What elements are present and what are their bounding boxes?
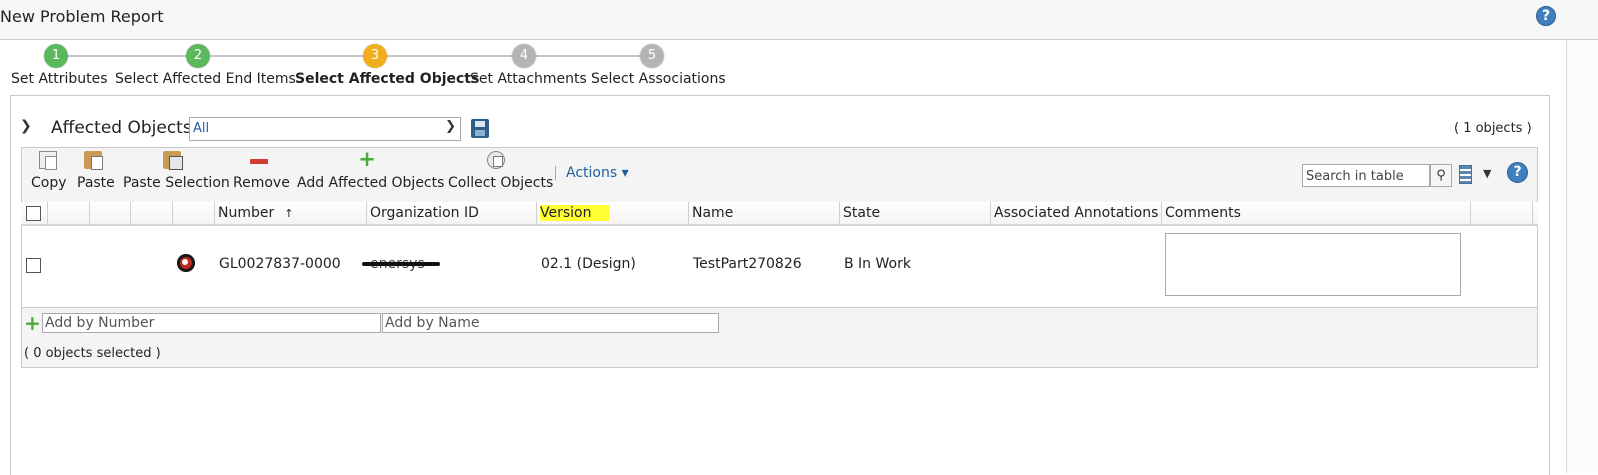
table-help-icon[interactable]: ? bbox=[1507, 162, 1528, 183]
add-by-number-input[interactable] bbox=[42, 313, 381, 333]
header-number-label: Number bbox=[218, 205, 275, 221]
paste-selection-button[interactable]: Paste Selection bbox=[123, 151, 230, 196]
step-connector bbox=[376, 55, 520, 57]
view-select-value: All bbox=[193, 121, 210, 136]
part-gear-icon bbox=[177, 254, 195, 272]
view-select[interactable]: All ❯ bbox=[189, 117, 461, 141]
step-5-indicator[interactable]: 5 bbox=[640, 44, 664, 68]
title-bar: New Problem Report ? bbox=[0, 0, 1598, 40]
columns-icon[interactable] bbox=[1459, 165, 1472, 184]
header-icon-col-3 bbox=[131, 202, 173, 226]
comments-textarea[interactable] bbox=[1165, 233, 1461, 296]
remove-button[interactable]: Remove bbox=[232, 151, 290, 196]
header-state[interactable]: State bbox=[840, 202, 991, 226]
copy-label: Copy bbox=[31, 175, 67, 191]
cell-version[interactable]: 02.1 (Design) bbox=[541, 256, 636, 272]
add-by-name-input[interactable] bbox=[382, 313, 719, 333]
paste-selection-label: Paste Selection bbox=[123, 175, 230, 191]
header-select-all bbox=[21, 202, 48, 226]
step-1-label[interactable]: Set Attributes bbox=[11, 71, 108, 87]
step-4-label[interactable]: Set Attachments bbox=[470, 71, 587, 87]
header-associated-annotations[interactable]: Associated Annotations bbox=[991, 202, 1162, 226]
header-name[interactable]: Name bbox=[689, 202, 840, 226]
step-5-label[interactable]: Select Associations bbox=[591, 71, 726, 87]
copy-button[interactable]: Copy bbox=[30, 151, 67, 196]
header-number[interactable]: Number ↑ bbox=[215, 202, 367, 226]
paste-label: Paste bbox=[77, 175, 115, 191]
add-affected-objects-button[interactable]: + Add Affected Objects bbox=[296, 147, 444, 196]
paste-icon bbox=[84, 151, 103, 170]
header-version-label: Version bbox=[540, 205, 610, 221]
remove-icon bbox=[250, 159, 268, 164]
redaction-mark bbox=[362, 262, 440, 266]
window-title: New Problem Report bbox=[0, 7, 164, 26]
cell-number[interactable]: GL0027837-0000 bbox=[219, 256, 341, 272]
header-icon-col-1 bbox=[48, 202, 90, 226]
select-all-checkbox[interactable] bbox=[26, 206, 41, 221]
step-2-indicator[interactable]: 2 bbox=[186, 44, 210, 68]
collapse-chevron-icon[interactable]: ❯ bbox=[20, 118, 32, 134]
step-3-indicator[interactable]: 3 bbox=[363, 44, 387, 68]
search-icon[interactable]: ⚲ bbox=[1430, 164, 1452, 187]
actions-menu[interactable]: Actions ▾ bbox=[566, 165, 629, 181]
chevron-down-icon[interactable]: ❯ bbox=[445, 119, 456, 134]
search-input[interactable] bbox=[1303, 166, 1429, 187]
section-title: Affected Objects bbox=[51, 118, 192, 138]
collect-objects-label: Collect Objects bbox=[448, 175, 554, 191]
row-checkbox[interactable] bbox=[26, 258, 41, 273]
remove-label: Remove bbox=[233, 175, 290, 191]
caret-down-icon[interactable]: ▼ bbox=[1483, 167, 1491, 180]
add-icon: + bbox=[358, 147, 376, 171]
collect-icon bbox=[487, 151, 505, 169]
add-icon[interactable]: + bbox=[24, 311, 41, 335]
cell-state: B In Work bbox=[844, 256, 911, 272]
header-icon-col-4 bbox=[173, 202, 215, 226]
header-organization-id[interactable]: Organization ID bbox=[367, 202, 537, 226]
vertical-scrollbar[interactable] bbox=[1566, 40, 1598, 473]
object-count: ( 1 objects ) bbox=[1454, 121, 1532, 136]
selected-count: ( 0 objects selected ) bbox=[24, 346, 161, 361]
step-4-indicator[interactable]: 4 bbox=[512, 44, 536, 68]
step-connector bbox=[526, 55, 648, 57]
help-icon[interactable]: ? bbox=[1536, 6, 1556, 26]
search-box bbox=[1302, 164, 1430, 187]
paste-selection-icon bbox=[163, 151, 183, 170]
step-1-indicator[interactable]: 1 bbox=[44, 44, 68, 68]
header-icon-col-2 bbox=[90, 202, 131, 226]
collect-objects-button[interactable]: Collect Objects bbox=[447, 151, 553, 196]
copy-icon bbox=[39, 151, 57, 170]
step-connector bbox=[56, 55, 196, 57]
toolbar-separator bbox=[555, 166, 556, 180]
step-2-label[interactable]: Select Affected End Items bbox=[115, 71, 296, 87]
header-filler bbox=[1471, 202, 1533, 226]
save-view-icon[interactable] bbox=[471, 119, 489, 138]
step-connector bbox=[200, 55, 370, 57]
sort-ascending-icon: ↑ bbox=[284, 207, 294, 220]
step-3-label[interactable]: Select Affected Objects bbox=[295, 71, 479, 87]
add-affected-objects-label: Add Affected Objects bbox=[297, 175, 445, 191]
paste-button[interactable]: Paste bbox=[76, 151, 115, 196]
header-version[interactable]: Version bbox=[537, 202, 689, 226]
header-comments[interactable]: Comments bbox=[1162, 202, 1471, 226]
cell-name[interactable]: TestPart270826 bbox=[693, 256, 802, 272]
